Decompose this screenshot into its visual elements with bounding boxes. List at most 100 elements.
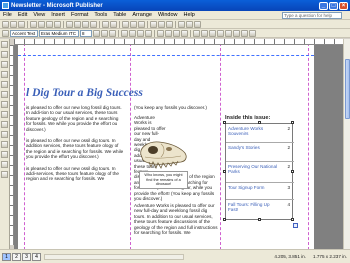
- selection-handle[interactable]: [291, 218, 294, 221]
- menu-insert[interactable]: Insert: [48, 12, 68, 18]
- columns-icon[interactable]: [158, 20, 165, 28]
- menu-file[interactable]: File: [0, 12, 15, 18]
- menu-help[interactable]: Help: [181, 12, 198, 18]
- 3d-style-icon[interactable]: [249, 29, 256, 37]
- fill-color-icon[interactable]: [193, 29, 200, 37]
- undo-icon[interactable]: [102, 20, 109, 28]
- article-column-1[interactable]: is pleased to offer our new long fossil …: [26, 105, 124, 249]
- open-icon[interactable]: [10, 20, 17, 28]
- align-left-icon[interactable]: [121, 29, 128, 37]
- html-code-fragment-icon[interactable]: [1, 161, 8, 168]
- article-column-2-top[interactable]: (You keep any fossils you discover.): [134, 105, 220, 113]
- redo-icon[interactable]: [110, 20, 117, 28]
- rotate-icon[interactable]: [138, 20, 145, 28]
- minimize-button[interactable]: _: [319, 1, 328, 10]
- dinosaur-skull-clipart[interactable]: [135, 135, 191, 172]
- selection-handle[interactable]: [223, 170, 226, 173]
- article-headline[interactable]: l Dig Tour a Big Success: [26, 87, 143, 99]
- line-color-icon[interactable]: [201, 29, 208, 37]
- menu-tools[interactable]: Tools: [91, 12, 110, 18]
- zoom-in-icon[interactable]: [186, 20, 193, 28]
- font-color-icon[interactable]: [209, 29, 216, 37]
- insert-table-tool-icon[interactable]: [1, 61, 8, 68]
- menu-arrange[interactable]: Arrange: [129, 12, 155, 18]
- line-tool-icon[interactable]: [1, 91, 8, 98]
- selection-handle[interactable]: [258, 121, 261, 124]
- table-row[interactable]: Sandy's Stories 2: [226, 143, 294, 162]
- copy-icon[interactable]: [74, 20, 81, 28]
- dash-style-icon[interactable]: [225, 29, 232, 37]
- autoshapes-icon[interactable]: [1, 131, 8, 138]
- maximize-button[interactable]: □: [329, 1, 338, 10]
- arrow-tool-icon[interactable]: [1, 101, 8, 108]
- help-icon[interactable]: [194, 20, 201, 28]
- styles-pane-icon[interactable]: [2, 29, 9, 37]
- selection-handle[interactable]: [291, 121, 294, 124]
- horizontal-scrollbar[interactable]: [44, 254, 184, 260]
- bring-to-front-icon[interactable]: [122, 20, 129, 28]
- menu-view[interactable]: View: [30, 12, 48, 18]
- increase-indent-icon[interactable]: [181, 29, 188, 37]
- numbering-icon[interactable]: [157, 29, 164, 37]
- decrease-indent-icon[interactable]: [173, 29, 180, 37]
- help-search-input[interactable]: Type a question for help: [282, 12, 342, 19]
- close-button[interactable]: ×: [339, 1, 348, 10]
- arrow-style-icon[interactable]: [233, 29, 240, 37]
- bullets-icon[interactable]: [165, 29, 172, 37]
- design-gallery-icon[interactable]: [1, 171, 8, 178]
- hot-spot-icon[interactable]: [1, 141, 8, 148]
- picture-caption[interactable]: Who knows, you might find the remains of…: [139, 171, 188, 189]
- paste-icon[interactable]: [82, 20, 89, 28]
- print-icon[interactable]: [30, 20, 37, 28]
- style-select[interactable]: Accent Text: [10, 29, 38, 37]
- wordart-icon[interactable]: [1, 71, 8, 78]
- menu-window[interactable]: Window: [155, 12, 181, 18]
- font-select[interactable]: Eras Medium ITC: [39, 29, 79, 37]
- spelling-icon[interactable]: [46, 20, 53, 28]
- rectangle-tool-icon[interactable]: [1, 121, 8, 128]
- align-center-icon[interactable]: [129, 29, 136, 37]
- toc-heading[interactable]: Inside this issue:: [225, 115, 270, 121]
- oval-tool-icon[interactable]: [1, 111, 8, 118]
- table-row[interactable]: Preserving Our National Parks 2: [226, 162, 294, 183]
- menu-edit[interactable]: Edit: [15, 12, 30, 18]
- page-1-button[interactable]: 1: [2, 252, 11, 261]
- research-icon[interactable]: [54, 20, 61, 28]
- insert-table-icon[interactable]: [150, 20, 157, 28]
- bold-icon[interactable]: [93, 29, 100, 37]
- print-preview-icon[interactable]: [38, 20, 45, 28]
- selection-handle[interactable]: [223, 218, 226, 221]
- table-options-icon[interactable]: [293, 223, 298, 228]
- table-of-contents[interactable]: Adventure Works Souvenirs 2 Sandy's Stor…: [225, 123, 294, 220]
- underline-icon[interactable]: [109, 29, 116, 37]
- zoom-out-icon[interactable]: [178, 20, 185, 28]
- shadow-style-icon[interactable]: [241, 29, 248, 37]
- selection-handle[interactable]: [258, 218, 261, 221]
- table-row[interactable]: Adventure Works Souvenirs 2: [226, 124, 294, 143]
- table-row[interactable]: Tour Signup Form 3: [226, 183, 294, 200]
- menu-table[interactable]: Table: [110, 12, 129, 18]
- text-box-icon[interactable]: [1, 51, 8, 58]
- page-2-button[interactable]: 2: [12, 252, 21, 261]
- select-objects-icon[interactable]: [1, 41, 8, 48]
- picture-frame-icon[interactable]: [1, 81, 8, 88]
- align-right-icon[interactable]: [137, 29, 144, 37]
- cut-icon[interactable]: [66, 20, 73, 28]
- page-3-button[interactable]: 3: [22, 252, 31, 261]
- line-style-icon[interactable]: [217, 29, 224, 37]
- menu-format[interactable]: Format: [68, 12, 91, 18]
- vertical-scrollbar[interactable]: [343, 39, 350, 249]
- italic-icon[interactable]: [101, 29, 108, 37]
- table-row[interactable]: Fall Tours: Filling Up Fast! 4: [226, 200, 294, 220]
- save-icon[interactable]: [18, 20, 25, 28]
- publisher-app-icon[interactable]: [2, 2, 9, 9]
- justify-icon[interactable]: [145, 29, 152, 37]
- send-to-back-icon[interactable]: [130, 20, 137, 28]
- vertical-scroll-thumb[interactable]: [345, 59, 350, 119]
- article-column-2-bottom[interactable]: Adventure Works is pleased to offer our …: [134, 203, 220, 249]
- font-size-select[interactable]: 8: [80, 29, 92, 37]
- format-painter-icon[interactable]: [90, 20, 97, 28]
- page-4-button[interactable]: 4: [32, 252, 41, 261]
- new-icon[interactable]: [2, 20, 9, 28]
- selection-handle[interactable]: [291, 170, 294, 173]
